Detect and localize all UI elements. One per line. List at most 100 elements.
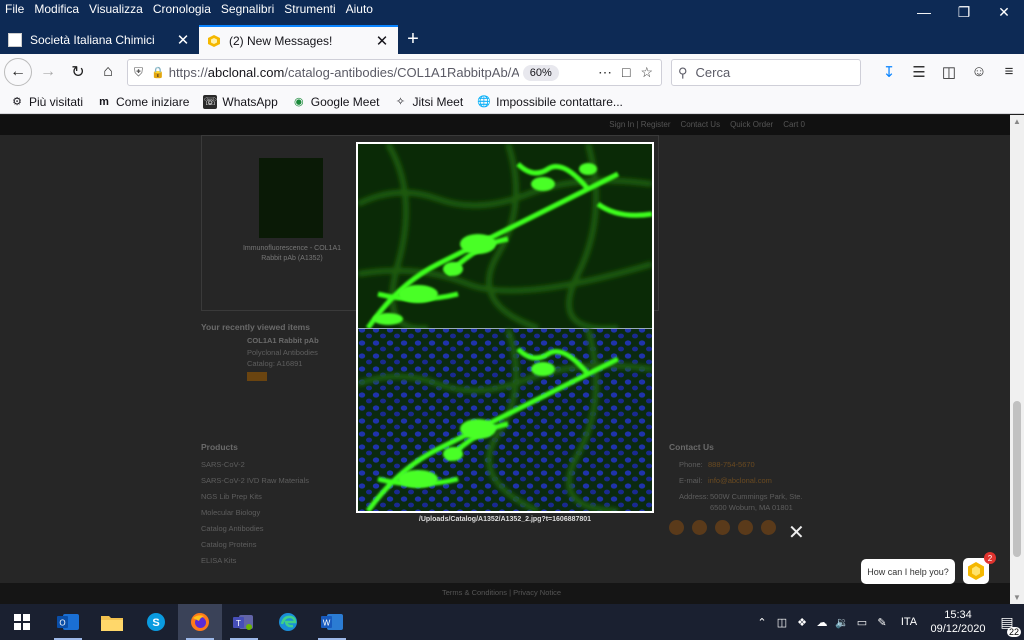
whatsapp-icon: ☏ (203, 94, 218, 109)
sidebar-icon[interactable]: ◫ (940, 63, 958, 81)
phone-link[interactable]: 888-754-5670 (708, 460, 755, 469)
bookmark-jitsi-meet[interactable]: ✧ Jitsi Meet (393, 95, 463, 109)
zoom-level[interactable]: 60% (522, 64, 559, 81)
search-icon: ⚲ (678, 64, 688, 80)
facebook-icon[interactable] (715, 520, 730, 535)
menu-hamburger-icon[interactable]: ≡ (1000, 63, 1018, 81)
onedrive-icon[interactable]: ☁ (812, 616, 832, 629)
scroll-down-icon[interactable]: ▼ (1010, 593, 1024, 602)
bookmark-google-meet[interactable]: ◉ Google Meet (292, 95, 380, 109)
teams-app[interactable]: T (222, 604, 266, 640)
word-app[interactable]: W (310, 604, 354, 640)
teams-icon: T (233, 615, 253, 630)
chat-prompt[interactable]: How can I help you? (861, 559, 955, 584)
tab-strip: Società Italiana Chimici ✕ (2) New Messa… (0, 25, 428, 54)
menu-visualizza[interactable]: Visualizza (84, 0, 148, 18)
file-explorer-app[interactable] (90, 604, 134, 640)
volume-icon[interactable]: 🔉 (832, 616, 852, 629)
product-link[interactable]: SARS-CoV-2 (201, 460, 245, 469)
jitsi-icon: ✧ (395, 96, 406, 108)
new-tab-icon[interactable]: + (398, 25, 428, 54)
edge-app[interactable] (266, 604, 310, 640)
menu-file[interactable]: File (0, 0, 29, 18)
product-link[interactable]: ELISA Kits (201, 556, 236, 565)
taskbar: O S T W ⌃ ◫ ❖ ☁ 🔉 ▭ ✎ ITA 15:34 09/12/20… (0, 604, 1024, 640)
tab-label: Società Italiana Chimici (30, 32, 155, 47)
scrollbar-thumb[interactable] (1013, 401, 1021, 557)
bookmark-whatsapp[interactable]: ☏ WhatsApp (203, 94, 278, 109)
bookmark-come-iniziare[interactable]: m Come iniziare (97, 95, 189, 109)
menu-strumenti[interactable]: Strumenti (279, 0, 340, 18)
menu-segnalibri[interactable]: Segnalibri (216, 0, 279, 18)
language-indicator[interactable]: ITA (892, 616, 926, 628)
youtube-icon[interactable] (761, 520, 776, 535)
notification-center[interactable]: ▤ 22 (990, 614, 1024, 637)
tab-societa[interactable]: Società Italiana Chimici ✕ (0, 25, 199, 54)
scroll-up-icon[interactable]: ▲ (1010, 117, 1024, 126)
email-link[interactable]: info@abclonal.com (708, 476, 772, 485)
close-tab-icon[interactable]: ✕ (175, 31, 191, 49)
footer-links[interactable]: Terms & Conditions | Privacy Notice (442, 588, 561, 597)
quick-order-link[interactable]: Quick Order (730, 120, 773, 129)
close-window-icon[interactable]: ✕ (984, 0, 1024, 24)
pocket-icon[interactable]: □ (622, 64, 630, 81)
pen-icon[interactable]: ✎ (872, 616, 892, 629)
product-link[interactable]: Molecular Biology (201, 508, 260, 517)
library-icon[interactable]: ☰ (910, 63, 928, 81)
menu-aiuto[interactable]: Aiuto (341, 0, 378, 18)
outlook-app[interactable]: O (46, 604, 90, 640)
contact-us-link[interactable]: Contact Us (681, 120, 721, 129)
cart-link[interactable]: Cart 0 (783, 120, 805, 129)
bookmark-impossibile[interactable]: 🌐 Impossibile contattare... (477, 95, 623, 109)
phone-link-icon[interactable]: ◫ (772, 616, 792, 629)
close-icon[interactable]: ✕ (788, 520, 805, 545)
url-text[interactable]: https://abclonal.com/catalog-antibodies/… (169, 65, 519, 80)
page-scrollbar[interactable]: ▲ ▼ (1010, 115, 1024, 604)
linkedin-icon[interactable] (692, 520, 707, 535)
edge-icon (279, 613, 297, 631)
menu-modifica[interactable]: Modifica (29, 0, 84, 18)
product-link[interactable]: SARS-CoV-2 IVD Raw Materials (201, 476, 309, 485)
tab-new-messages[interactable]: (2) New Messages! ✕ (199, 25, 398, 54)
meet-icon: ◉ (293, 96, 304, 108)
clock[interactable]: 15:34 09/12/2020 (926, 608, 990, 636)
bookmark-star-icon[interactable]: ☆ (640, 64, 653, 81)
download-icon[interactable]: ↧ (880, 63, 898, 81)
forward-icon[interactable]: → (34, 58, 62, 86)
search-input[interactable]: ⚲ Cerca (671, 59, 861, 86)
product-link[interactable]: NGS Lib Prep Kits (201, 492, 262, 501)
minimize-icon[interactable]: — (904, 0, 944, 24)
url-bar[interactable]: ⛨ 🔒 https://abclonal.com/catalog-antibod… (127, 59, 662, 86)
bookmark-piu-visitati[interactable]: ⚙ Più visitati (10, 95, 83, 109)
products-title: Products (201, 442, 238, 452)
network-icon[interactable]: ▭ (852, 616, 872, 629)
menu-bar: File Modifica Visualizza Cronologia Segn… (0, 0, 378, 18)
firefox-app[interactable] (178, 604, 222, 640)
close-tab-icon[interactable]: ✕ (374, 32, 390, 50)
back-icon[interactable]: ← (4, 58, 32, 86)
outlook-icon: O (57, 614, 79, 630)
thumbnail-caption: Immunofluorescence - COL1A1 Rabbit pAb (… (242, 245, 342, 262)
globe-icon: 🌐 (477, 96, 491, 108)
home-icon[interactable]: ⌂ (94, 58, 122, 86)
shield-icon[interactable]: ⛨ (134, 65, 143, 80)
twitter-icon[interactable] (738, 520, 753, 535)
account-icon[interactable]: ☺ (970, 63, 988, 81)
restore-icon[interactable]: ❐ (944, 0, 984, 24)
lock-icon[interactable]: 🔒 (151, 66, 165, 79)
menu-cronologia[interactable]: Cronologia (148, 0, 216, 18)
recent-item-name[interactable]: COL1A1 Rabbit pAb (247, 336, 319, 345)
email-social-icon[interactable] (669, 520, 684, 535)
reload-icon[interactable]: ↻ (64, 58, 92, 86)
product-link[interactable]: Catalog Proteins (201, 540, 256, 549)
page-actions-icon[interactable]: ⋯ (598, 64, 612, 81)
skype-app[interactable]: S (134, 604, 178, 640)
tray-expand-icon[interactable]: ⌃ (752, 616, 772, 629)
start-button[interactable] (0, 604, 44, 640)
product-thumbnail[interactable] (259, 158, 323, 238)
dropbox-icon[interactable]: ❖ (792, 616, 812, 629)
notification-count: 22 (1006, 626, 1021, 637)
product-link[interactable]: Catalog Antibodies (201, 524, 264, 533)
sign-in-link[interactable]: Sign In | Register (609, 120, 670, 129)
recent-item-button[interactable] (247, 372, 267, 381)
